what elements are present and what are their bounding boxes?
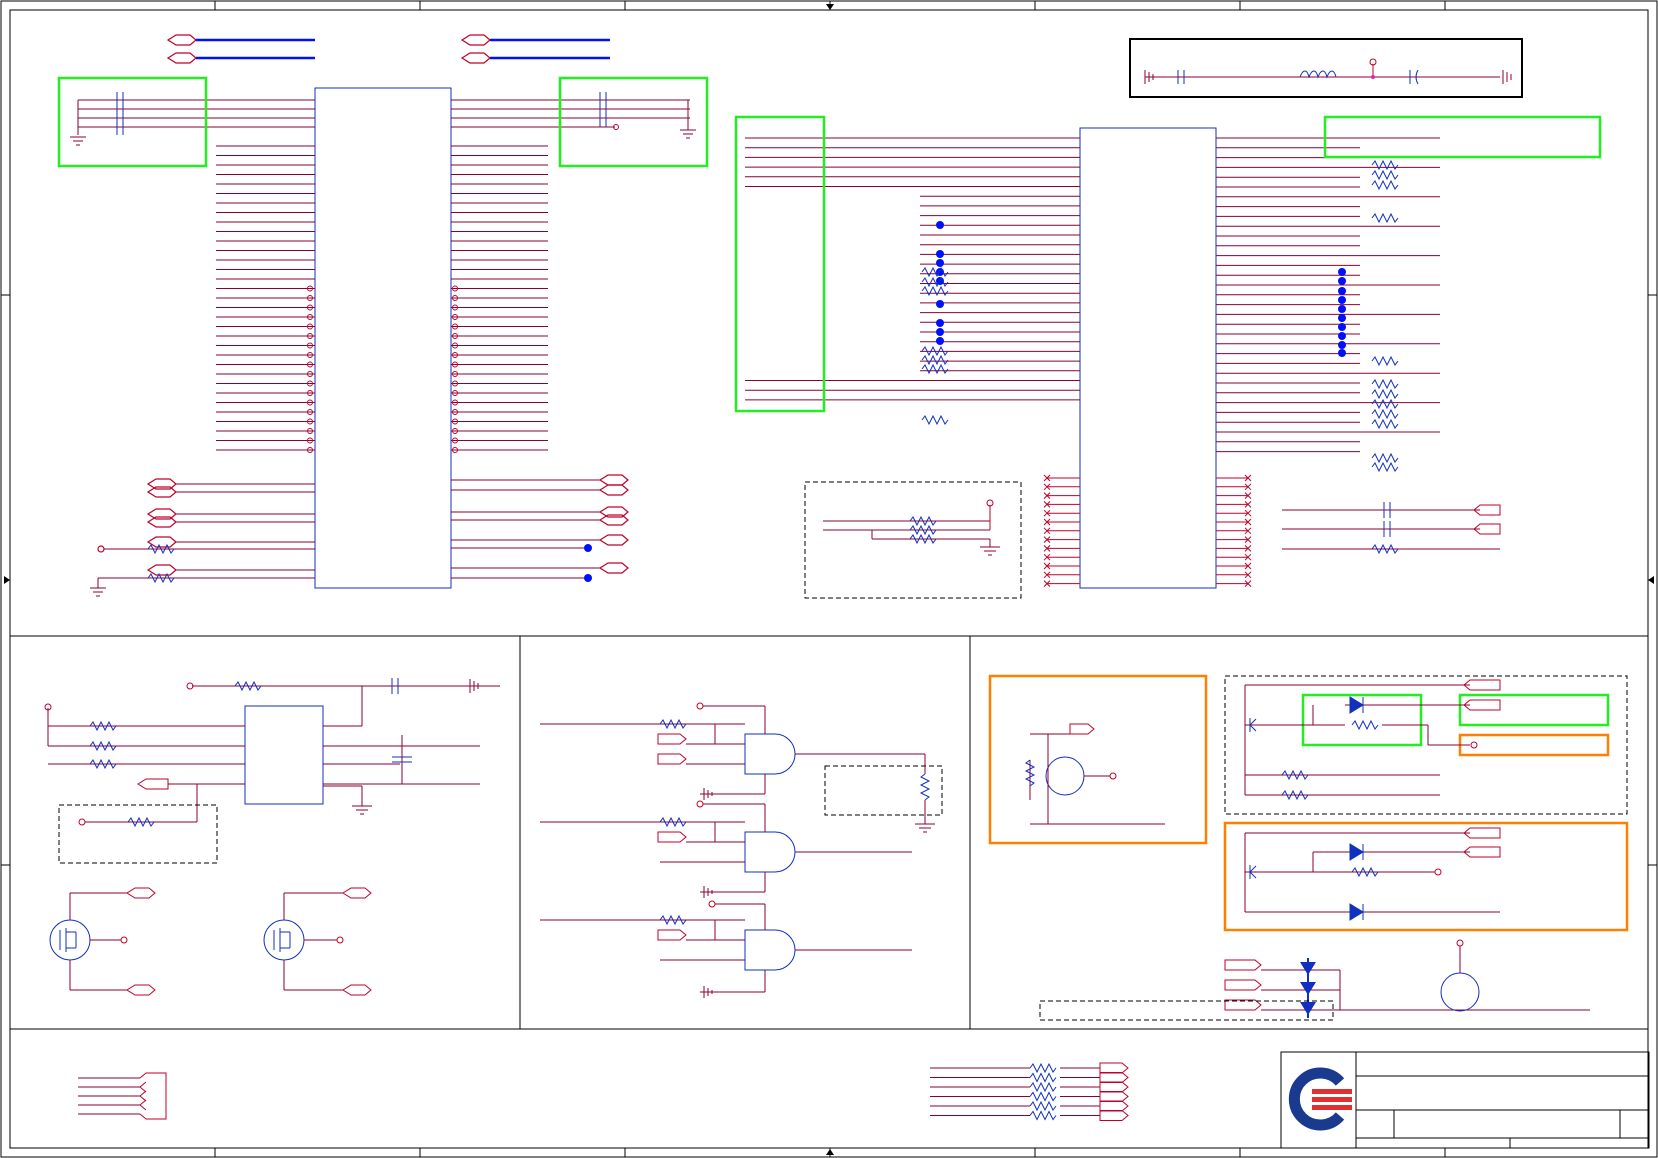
net-port <box>1099 1072 1129 1083</box>
resistor <box>1371 418 1399 430</box>
resistor <box>1029 1072 1057 1083</box>
net-junction-dot <box>1338 305 1346 313</box>
resistor <box>921 414 949 426</box>
top-blue-nets <box>196 38 610 60</box>
and-gate-section <box>540 702 943 998</box>
bottom-resistor-array <box>930 1062 1129 1121</box>
net-junction-dot <box>936 300 944 308</box>
net-junction-dot <box>1338 277 1346 285</box>
resistor <box>921 354 949 366</box>
net-junction-dots <box>584 544 592 582</box>
net-junction-dot <box>1338 314 1346 322</box>
connector-right-pins <box>451 145 548 453</box>
no-connect-stubs <box>1043 474 1252 587</box>
green-highlight-boxes <box>57 76 1602 413</box>
ic-main-right <box>1079 127 1217 589</box>
resistor <box>1029 1091 1057 1102</box>
bottom-ports-left <box>78 1072 167 1120</box>
net-port <box>1099 1110 1129 1121</box>
ic-right-resistors <box>921 159 1399 473</box>
resistor <box>1371 408 1399 420</box>
resistor <box>1371 212 1399 224</box>
power-filter-box <box>1129 38 1523 98</box>
net-port <box>1099 1091 1129 1102</box>
net-junction-dot <box>936 328 944 336</box>
resistor <box>1371 378 1399 390</box>
regulator-section <box>44 678 500 864</box>
bottom-left-resistors <box>147 543 175 584</box>
company-logo <box>1288 1067 1352 1131</box>
net-port <box>1099 1062 1129 1074</box>
net-port <box>1099 1081 1129 1093</box>
tvs-diode-array <box>1039 939 1590 1021</box>
resistor <box>1371 452 1399 464</box>
resistor <box>1371 388 1399 400</box>
dashed-resistor-block <box>804 481 1022 599</box>
net-junction-dot <box>1338 287 1346 295</box>
diode-dashed-block <box>1224 675 1628 815</box>
net-junction-dot <box>1338 349 1346 357</box>
resistor <box>1029 1081 1057 1093</box>
resistor <box>1371 179 1399 191</box>
net-junction-dot <box>936 221 944 229</box>
ic-right-junctions <box>936 221 1346 357</box>
net-junction-dot <box>936 319 944 327</box>
mosfet-left <box>49 887 156 996</box>
net-junction-dot <box>1338 332 1346 340</box>
schematic-sheet <box>0 0 1658 1158</box>
resistor <box>921 276 949 288</box>
net-port <box>1099 1100 1129 1112</box>
net-junction-dot <box>936 250 944 258</box>
diode-orange-block <box>1223 821 1629 932</box>
net-junction-dot <box>936 259 944 267</box>
resistor <box>1371 355 1399 367</box>
decoupling-cap-left <box>70 92 315 146</box>
connector-ic-left <box>314 87 452 589</box>
resistor <box>921 285 949 297</box>
resistor <box>1371 169 1399 181</box>
decoupling-cap-right <box>451 92 696 139</box>
resistor <box>1371 461 1399 473</box>
resistor <box>921 363 949 375</box>
net-junction-dot <box>1338 323 1346 331</box>
net-junction-dot <box>1338 296 1346 304</box>
resistor <box>1029 1100 1057 1112</box>
ic-right-right-wires <box>1216 137 1440 453</box>
right-coupling-caps <box>1282 502 1501 555</box>
resistor <box>1029 1062 1057 1074</box>
resistor <box>921 266 949 278</box>
transistor-orange-box <box>988 674 1208 845</box>
mosfet-right <box>263 887 372 996</box>
net-junction-dot <box>936 337 944 345</box>
resistor <box>1029 1110 1057 1121</box>
net-junction-dot <box>1338 268 1346 276</box>
ic-right-left-wires <box>745 137 1080 401</box>
net-junction-dot <box>1338 341 1346 349</box>
resistor <box>1371 398 1399 410</box>
connector-left-pins <box>216 145 315 453</box>
